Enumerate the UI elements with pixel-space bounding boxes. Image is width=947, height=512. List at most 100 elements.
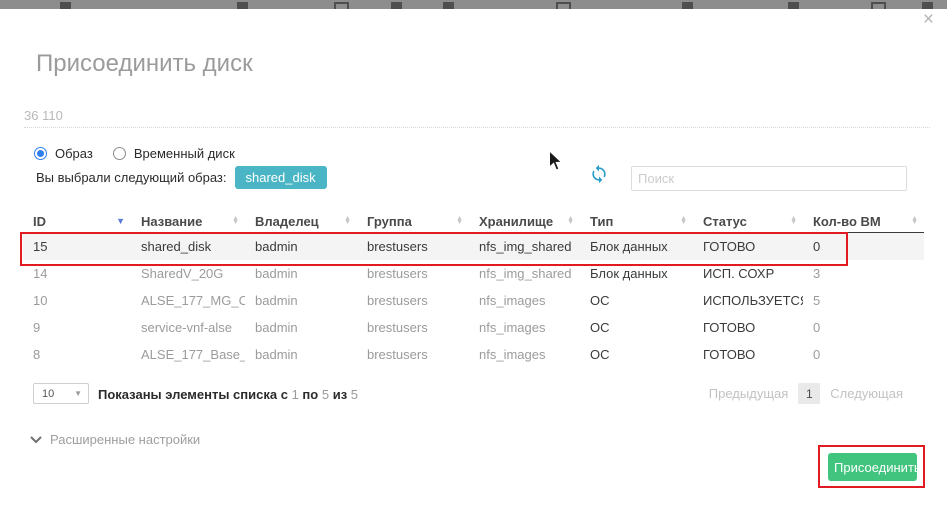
cell-id: 10 (23, 293, 131, 308)
sort-icons[interactable]: ▲▼ (680, 217, 687, 225)
chevron-down-icon (30, 436, 42, 444)
advanced-settings-toggle[interactable]: Расширенные настройки (30, 432, 200, 447)
table-row[interactable]: 8 ALSE_177_Base_nfs badmin brestusers nf… (23, 341, 924, 368)
cell-vm-count: 5 (803, 293, 924, 308)
column-header-type[interactable]: Тип ▲▼ (580, 214, 693, 229)
cell-id: 14 (23, 266, 131, 281)
cell-group: brestusers (357, 293, 469, 308)
sort-icons[interactable]: ▲▼ (911, 217, 918, 225)
list-info-to-word: по (302, 387, 318, 402)
column-header-name[interactable]: Название ▲▼ (131, 214, 245, 229)
column-header-label: Название (141, 214, 202, 229)
cell-name: SharedV_20G (131, 266, 245, 281)
cell-id: 9 (23, 320, 131, 335)
cell-storage: nfs_img_shared (469, 266, 580, 281)
list-info-to: 5 (322, 387, 329, 402)
table-row[interactable]: 9 service-vnf-alse badmin brestusers nfs… (23, 314, 924, 341)
page-size-select[interactable]: 10 ▼ (33, 383, 89, 404)
column-header-id[interactable]: ID ▼ (23, 214, 131, 229)
cell-type: ОС (580, 293, 693, 308)
radio-image-label: Образ (55, 146, 93, 161)
toolbar-icon-fragment (922, 2, 933, 9)
toolbar-icon-fragment (391, 2, 402, 9)
cell-id: 8 (23, 347, 131, 362)
toolbar-icon-fragment (871, 2, 886, 9)
selected-image-badge: shared_disk (235, 166, 327, 189)
chevron-down-icon: ▼ (74, 389, 88, 398)
sort-icons[interactable]: ▲▼ (456, 217, 463, 225)
cell-type: Блок данных (580, 266, 693, 281)
toolbar-icon-fragment (60, 2, 71, 9)
radio-option-image[interactable]: Образ (34, 146, 93, 161)
toolbar-icon-fragment (237, 2, 248, 9)
cell-owner: badmin (245, 320, 357, 335)
sort-icons[interactable]: ▲▼ (344, 217, 351, 225)
sort-icons[interactable]: ▲▼ (567, 217, 574, 225)
cell-owner: badmin (245, 239, 357, 254)
cell-name: service-vnf-alse (131, 320, 245, 335)
list-info-of-word: из (333, 387, 347, 402)
column-header-group[interactable]: Группа ▲▼ (357, 214, 469, 229)
sort-icons[interactable]: ▲▼ (232, 217, 239, 225)
table-row[interactable]: 10 ALSE_177_MG_Co... badmin brestusers n… (23, 287, 924, 314)
list-info-text: Показаны элементы списка с 1 по 5 из 5 (98, 387, 358, 402)
table-row[interactable]: 15 shared_disk badmin brestusers nfs_img… (23, 233, 924, 260)
cell-owner: badmin (245, 266, 357, 281)
cell-vm-count: 0 (803, 239, 924, 254)
selected-image-line: Вы выбрали следующий образ: shared_disk (36, 166, 327, 189)
selected-image-label: Вы выбрали следующий образ: (36, 170, 227, 185)
images-table: ID ▼ Название ▲▼ Владелец ▲▼ Группа ▲▼ Х… (23, 210, 924, 368)
cell-status: ИСПОЛЬЗУЕТСЯ (693, 293, 803, 308)
column-header-status[interactable]: Статус ▲▼ (693, 214, 803, 229)
attach-button[interactable]: Присоединить (828, 453, 917, 481)
radio-option-temp-disk[interactable]: Временный диск (113, 146, 235, 161)
cell-vm-count: 0 (803, 320, 924, 335)
next-page-button[interactable]: Следующая (830, 386, 903, 401)
current-page-button[interactable]: 1 (798, 383, 820, 404)
cell-status: ГОТОВО (693, 347, 803, 362)
column-header-storage[interactable]: Хранилище ▲▼ (469, 214, 580, 229)
column-header-label: ID (33, 214, 46, 229)
disk-source-options: Образ Временный диск (34, 146, 235, 161)
cell-type: ОС (580, 320, 693, 335)
advanced-settings-label: Расширенные настройки (50, 432, 200, 447)
column-header-label: Владелец (255, 214, 319, 229)
table-header-row: ID ▼ Название ▲▼ Владелец ▲▼ Группа ▲▼ Х… (23, 210, 924, 233)
cell-vm-count: 0 (803, 347, 924, 362)
toolbar-icon-fragment (334, 2, 349, 9)
column-header-vm-count[interactable]: Кол-во ВМ ▲▼ (803, 214, 924, 229)
cell-owner: badmin (245, 293, 357, 308)
column-header-owner[interactable]: Владелец ▲▼ (245, 214, 357, 229)
cell-storage: nfs_images (469, 293, 580, 308)
table-row[interactable]: 14 SharedV_20G badmin brestusers nfs_img… (23, 260, 924, 287)
cell-storage: nfs_images (469, 347, 580, 362)
disk-name-input[interactable] (24, 103, 930, 128)
cell-id: 15 (23, 239, 131, 254)
cursor-icon (548, 150, 564, 177)
cell-name: ALSE_177_Base_nfs (131, 347, 245, 362)
column-header-label: Хранилище (479, 214, 553, 229)
page-size-value: 10 (34, 388, 74, 400)
previous-page-button[interactable]: Предыдущая (709, 386, 789, 401)
toolbar-icon-fragment (682, 2, 693, 9)
sort-desc-icon[interactable]: ▼ (116, 217, 125, 226)
column-header-label: Тип (590, 214, 613, 229)
close-icon[interactable]: × (923, 11, 934, 29)
radio-temp-disk-label: Временный диск (134, 146, 235, 161)
column-header-label: Статус (703, 214, 747, 229)
list-info-total: 5 (351, 387, 358, 402)
background-toolbar (0, 0, 947, 9)
radio-checked-icon[interactable] (34, 147, 47, 160)
cell-type: ОС (580, 347, 693, 362)
radio-unchecked-icon[interactable] (113, 147, 126, 160)
cell-group: brestusers (357, 266, 469, 281)
cell-owner: badmin (245, 347, 357, 362)
search-input[interactable] (631, 166, 907, 191)
cell-storage: nfs_img_shared (469, 239, 580, 254)
toolbar-icon-fragment (443, 2, 454, 9)
cell-status: ИСП. СОХР (693, 266, 803, 281)
refresh-button[interactable] (589, 164, 609, 184)
cell-group: brestusers (357, 347, 469, 362)
sort-icons[interactable]: ▲▼ (790, 217, 797, 225)
cell-storage: nfs_images (469, 320, 580, 335)
